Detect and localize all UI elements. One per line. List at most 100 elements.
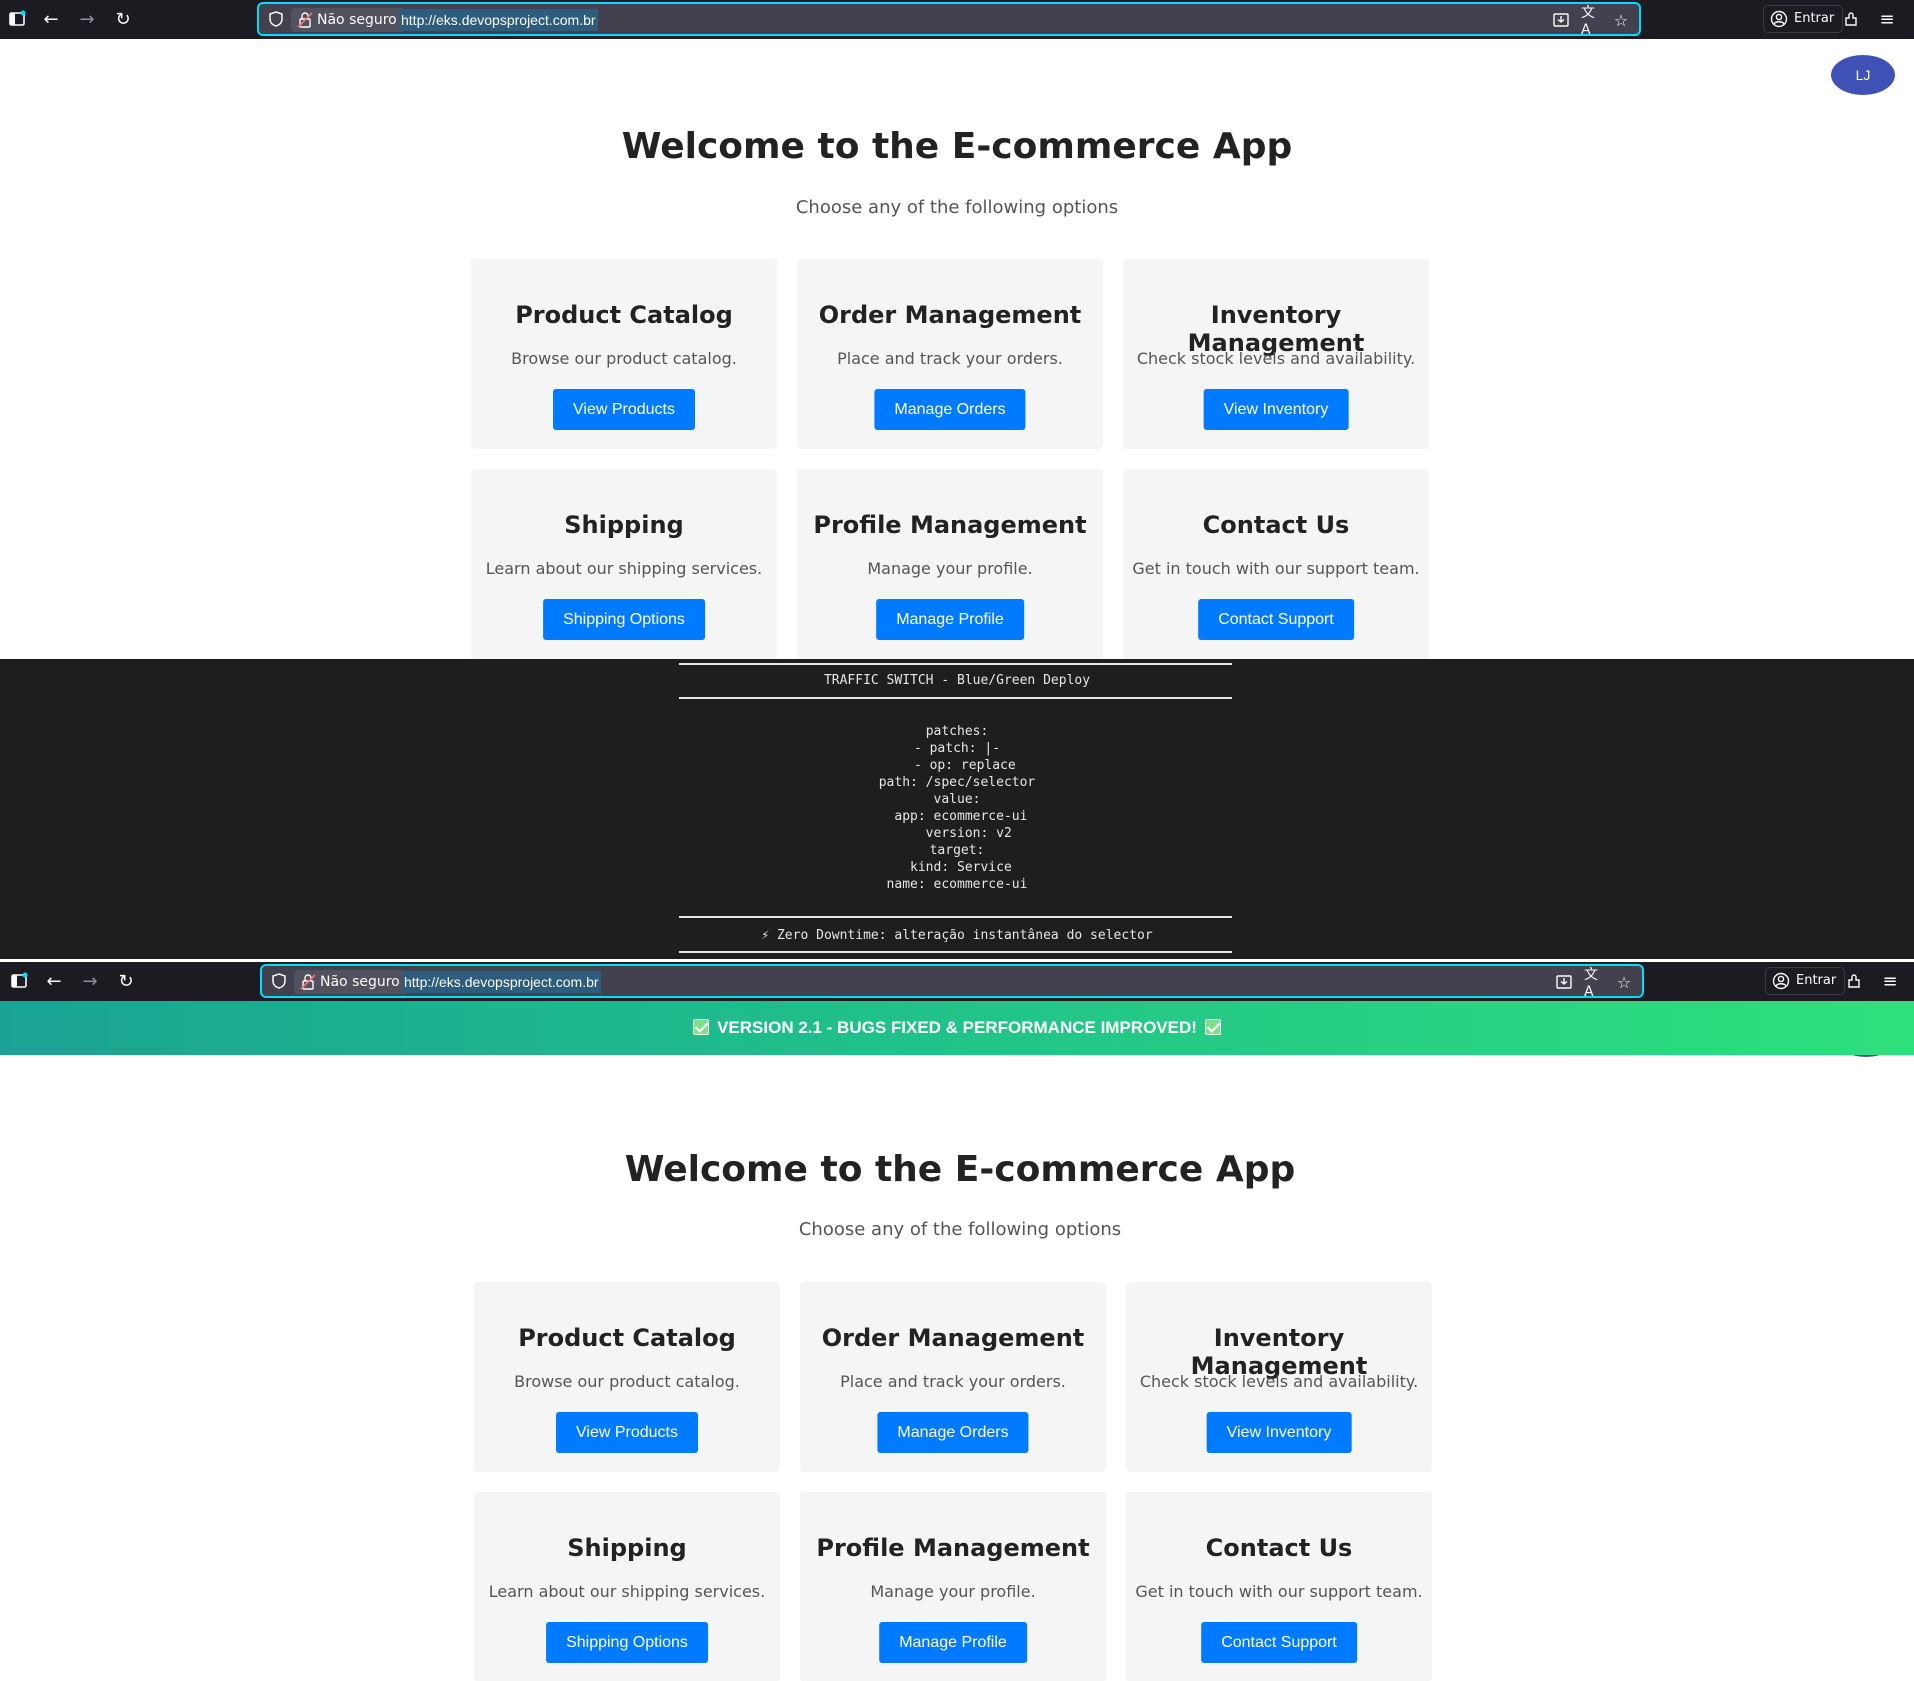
card-description: Manage your profile. [870, 1582, 1036, 1601]
card-order-management: Order Management Place and track your or… [800, 1282, 1106, 1472]
manage-orders-button[interactable]: Manage Orders [877, 1412, 1029, 1453]
card-inventory-management: Inventory Management Check stock levels … [1123, 259, 1429, 449]
divider [679, 697, 1232, 699]
forward-arrow-icon[interactable]: → [79, 970, 101, 992]
bookmark-star-icon[interactable]: ☆ [1614, 972, 1634, 992]
account-label: Entrar [1794, 11, 1835, 26]
reload-icon[interactable]: ↻ [115, 970, 137, 992]
page-subtitle: Choose any of the following options [798, 1219, 1122, 1240]
page-title: Welcome to the E-commerce App [624, 1149, 1296, 1190]
divider [679, 663, 1232, 665]
check-icon [693, 1019, 710, 1035]
card-description: Get in touch with our support team. [1132, 559, 1420, 578]
card-description: Browse our product catalog. [514, 1372, 740, 1391]
card-contact-us: Contact Us Get in touch with our support… [1126, 1492, 1432, 1681]
extensions-icon[interactable] [1843, 970, 1865, 992]
account-icon [1772, 972, 1790, 990]
card-description: Place and track your orders. [840, 1372, 1066, 1391]
view-products-button[interactable]: View Products [556, 1412, 698, 1453]
card-title: Order Management [821, 1324, 1085, 1352]
shield-icon[interactable] [270, 972, 288, 990]
card-title: Profile Management [816, 1534, 1090, 1562]
contact-support-button[interactable]: Contact Support [1201, 1622, 1357, 1663]
version-banner: VERSION 2.1 - BUGS FIXED & PERFORMANCE I… [0, 1001, 1914, 1055]
card-title: Shipping [564, 511, 684, 539]
url-text[interactable]: http://eks.devopsproject.com.br [399, 9, 598, 31]
page-subtitle: Choose any of the following options [795, 197, 1119, 218]
divider [679, 916, 1232, 918]
sidebar-toggle-icon[interactable] [8, 970, 30, 992]
card-shipping: Shipping Learn about our shipping servic… [471, 469, 777, 659]
account-label: Entrar [1796, 973, 1837, 988]
card-title: Shipping [567, 1534, 687, 1562]
page-content: LJ Welcome to the E-commerce App Choose … [0, 39, 1914, 659]
page-content: Welcome to the E-commerce App Choose any… [0, 1001, 1914, 1681]
card-description: Browse our product catalog. [511, 349, 737, 368]
terminal-panel: TRAFFIC SWITCH - Blue/Green Deploy patch… [0, 659, 1914, 959]
card-order-management: Order Management Place and track your or… [797, 259, 1103, 449]
account-icon [1770, 10, 1788, 28]
terminal-header: TRAFFIC SWITCH - Blue/Green Deploy [823, 673, 1091, 688]
bookmark-star-icon[interactable]: ☆ [1611, 10, 1631, 30]
card-description: Learn about our shipping services. [485, 559, 763, 578]
translate-icon[interactable]: 文A [1584, 967, 1604, 1000]
security-indicator[interactable]: Não seguro [291, 8, 405, 32]
install-icon[interactable] [1554, 972, 1574, 992]
card-title: Order Management [818, 301, 1082, 329]
card-profile-management: Profile Management Manage your profile. … [797, 469, 1103, 659]
back-arrow-icon[interactable]: ← [40, 8, 62, 30]
sidebar-toggle-icon[interactable] [6, 8, 28, 30]
security-label: Não seguro [317, 12, 397, 28]
divider [679, 951, 1232, 953]
options-grid: Product Catalog Browse our product catal… [474, 1282, 1432, 1681]
shipping-options-button[interactable]: Shipping Options [546, 1622, 708, 1663]
back-arrow-icon[interactable]: ← [43, 970, 65, 992]
account-button[interactable]: Entrar [1765, 967, 1846, 995]
reload-icon[interactable]: ↻ [112, 8, 134, 30]
manage-profile-button[interactable]: Manage Profile [879, 1622, 1027, 1663]
account-button[interactable]: Entrar [1763, 5, 1844, 33]
contact-support-button[interactable]: Contact Support [1198, 599, 1354, 640]
insecure-lock-icon [297, 12, 313, 28]
browser-toolbar: ← → ↻ Não seguro http://eks.devopsprojec… [0, 0, 1914, 39]
forward-arrow-icon[interactable]: → [76, 8, 98, 30]
card-product-catalog: Product Catalog Browse our product catal… [474, 1282, 780, 1472]
page-title: Welcome to the E-commerce App [621, 126, 1293, 167]
card-title: Profile Management [813, 511, 1087, 539]
card-product-catalog: Product Catalog Browse our product catal… [471, 259, 777, 449]
card-description: Learn about our shipping services. [488, 1582, 766, 1601]
check-icon [1204, 1019, 1221, 1035]
card-description: Check stock levels and availability. [1139, 1372, 1419, 1391]
card-profile-management: Profile Management Manage your profile. … [800, 1492, 1106, 1681]
view-inventory-button[interactable]: View Inventory [1206, 1412, 1352, 1453]
menu-icon[interactable]: ≡ [1879, 970, 1901, 992]
security-label: Não seguro [320, 974, 400, 990]
card-title: Contact Us [1205, 1534, 1353, 1562]
translate-icon[interactable]: 文A [1581, 5, 1601, 38]
browser-toolbar: ← → ↻ Não seguro http://eks.devopsprojec… [0, 962, 1914, 1001]
install-icon[interactable] [1551, 10, 1571, 30]
card-description: Place and track your orders. [837, 349, 1063, 368]
view-products-button[interactable]: View Products [553, 389, 695, 430]
security-indicator[interactable]: Não seguro [294, 970, 408, 994]
shield-icon[interactable] [267, 10, 285, 28]
card-title: Product Catalog [515, 301, 733, 329]
banner-text: VERSION 2.1 - BUGS FIXED & PERFORMANCE I… [717, 1018, 1197, 1037]
address-bar[interactable]: Não seguro http://eks.devopsproject.com.… [260, 964, 1644, 1000]
card-description: Get in touch with our support team. [1135, 1582, 1423, 1601]
avatar[interactable]: LJ [1831, 55, 1895, 95]
address-bar[interactable]: Não seguro http://eks.devopsproject.com.… [257, 2, 1641, 38]
options-grid: Product Catalog Browse our product catal… [471, 259, 1429, 659]
terminal-code: patches: - patch: |- - op: replace path:… [878, 724, 1036, 892]
url-text[interactable]: http://eks.devopsproject.com.br [402, 971, 601, 993]
shipping-options-button[interactable]: Shipping Options [543, 599, 705, 640]
menu-icon[interactable]: ≡ [1876, 8, 1898, 30]
manage-profile-button[interactable]: Manage Profile [876, 599, 1024, 640]
extensions-icon[interactable] [1840, 8, 1862, 30]
card-description: Check stock levels and availability. [1136, 349, 1416, 368]
card-title: Contact Us [1202, 511, 1350, 539]
card-title: Product Catalog [518, 1324, 736, 1352]
manage-orders-button[interactable]: Manage Orders [874, 389, 1026, 430]
card-contact-us: Contact Us Get in touch with our support… [1123, 469, 1429, 659]
view-inventory-button[interactable]: View Inventory [1203, 389, 1349, 430]
